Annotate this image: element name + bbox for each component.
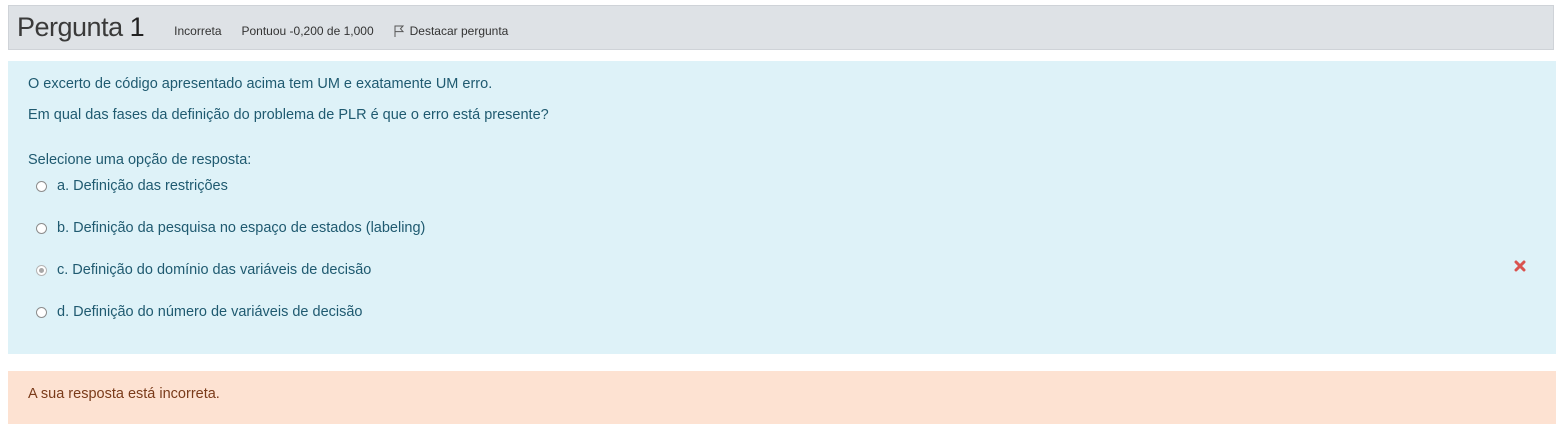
- question-text-line-2: Em qual das fases da definição do proble…: [28, 107, 549, 123]
- radio-option-a[interactable]: [36, 180, 47, 192]
- radio-option-b[interactable]: [36, 222, 47, 234]
- answer-option-b[interactable]: b. Definição da pesquisa no espaço de es…: [36, 218, 425, 238]
- answer-option-c-label: c. Definição do domínio das variáveis de…: [57, 262, 372, 278]
- question-status: Incorreta: [174, 23, 222, 38]
- flag-question-label: Destacar pergunta: [409, 23, 509, 38]
- answer-option-d[interactable]: d. Definição do número de variáveis de d…: [36, 302, 362, 322]
- radio-option-d[interactable]: [36, 306, 47, 318]
- radio-option-c[interactable]: [36, 264, 47, 276]
- answer-option-c[interactable]: c. Definição do domínio das variáveis de…: [36, 260, 371, 280]
- feedback-text: A sua resposta está incorreta.: [28, 386, 220, 402]
- question-formulation: O excerto de código apresentado acima te…: [8, 61, 1556, 354]
- answer-option-a-label: a. Definição das restrições: [57, 178, 228, 194]
- question-text-line-1: O excerto de código apresentado acima te…: [28, 76, 493, 92]
- question-title-text: Pergunta: [17, 12, 123, 42]
- question-title: Pergunta 1: [17, 12, 145, 43]
- answer-option-d-label: d. Definição do número de variáveis de d…: [57, 304, 363, 320]
- answer-option-a[interactable]: a. Definição das restrições: [36, 176, 228, 196]
- question-grade: Pontuou -0,200 de 1,000: [241, 23, 374, 38]
- feedback-panel: A sua resposta está incorreta.: [8, 371, 1556, 424]
- answer-prompt: Selecione uma opção de resposta:: [28, 152, 252, 168]
- cross-icon: [1514, 260, 1526, 272]
- flag-question-button[interactable]: Destacar pergunta: [394, 18, 509, 38]
- answer-option-b-label: b. Definição da pesquisa no espaço de es…: [57, 220, 426, 236]
- question-number: 1: [129, 12, 145, 42]
- question-info-bar: Pergunta 1 Incorreta Pontuou -0,200 de 1…: [8, 5, 1554, 50]
- flag-icon: [394, 25, 404, 37]
